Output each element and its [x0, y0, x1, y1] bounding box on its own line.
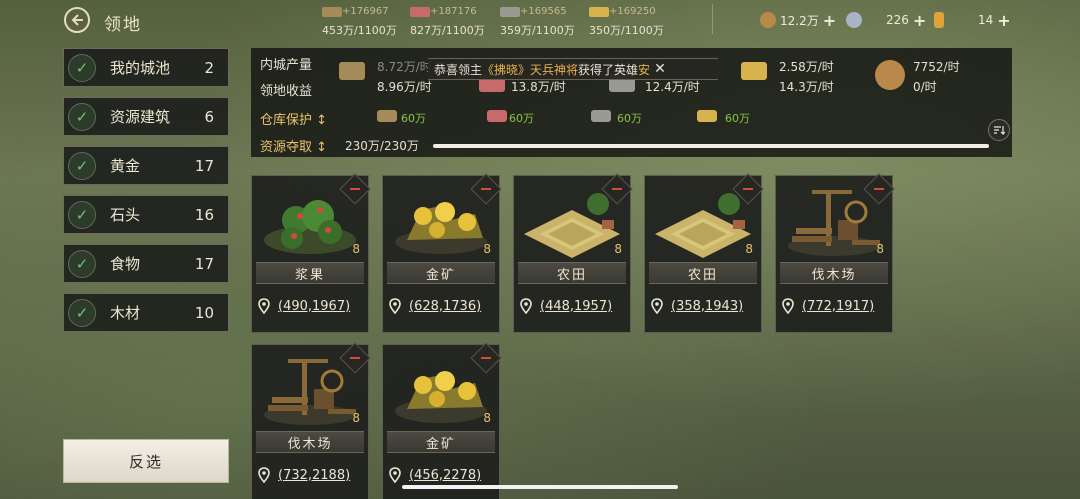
- invert-selection-button[interactable]: 反选: [63, 439, 229, 483]
- add-token-button[interactable]: +: [997, 11, 1010, 30]
- building-level: 8: [614, 242, 622, 256]
- sidebar-item-gold[interactable]: ✓ 黄金 17: [63, 146, 229, 185]
- coordinate-link[interactable]: (448,1957): [520, 296, 624, 316]
- divider: [712, 4, 713, 34]
- territory-card[interactable]: 8 农田 (358,1943): [644, 173, 764, 333]
- territory-card[interactable]: 8 伐木场 (772,1917): [775, 173, 895, 333]
- gold-bar-icon: [697, 110, 717, 122]
- building-level: 8: [483, 242, 491, 256]
- checkmark-icon[interactable]: ✓: [68, 53, 96, 82]
- coordinate-link[interactable]: (772,1917): [782, 296, 886, 316]
- sidebar-item-resource-buildings[interactable]: ✓ 资源建筑 6: [63, 97, 229, 136]
- checkmark-icon[interactable]: ✓: [68, 200, 96, 229]
- add-silver-button[interactable]: +: [913, 11, 926, 30]
- coordinate-link[interactable]: (490,1967): [258, 296, 362, 316]
- currency-token[interactable]: 14 +: [934, 10, 1011, 30]
- minus-icon: [350, 188, 360, 190]
- sort-button[interactable]: [988, 119, 1010, 141]
- currency-copper[interactable]: 12.2万 +: [760, 10, 836, 30]
- meat-icon: [487, 110, 507, 122]
- storage-protection-label[interactable]: 仓库保护 ↕: [260, 109, 327, 128]
- sidebar-item-wood[interactable]: ✓ 木材 10: [63, 293, 229, 332]
- back-button[interactable]: [64, 7, 90, 33]
- checkmark-icon[interactable]: ✓: [68, 151, 96, 180]
- wood-icon: [322, 7, 342, 17]
- minus-icon: [743, 188, 753, 190]
- minus-icon: [350, 357, 360, 359]
- wood-icon: [339, 62, 365, 80]
- location-pin-icon: [389, 467, 401, 483]
- minus-icon: [481, 188, 491, 190]
- crossed-swords-icon: ✕: [654, 61, 666, 77]
- loot-progress-fill: [433, 144, 989, 148]
- territory-card[interactable]: 8 金矿 (628,1736): [382, 173, 502, 333]
- location-pin-icon: [258, 467, 270, 483]
- location-pin-icon: [782, 298, 794, 314]
- silver-coin-icon: [846, 12, 862, 28]
- territory-card[interactable]: 8 浆果 (490,1967): [251, 173, 371, 333]
- building-level: 8: [745, 242, 753, 256]
- top-bar: 领地 +176967 453万/1100万 +187176 827万/1100万…: [0, 0, 1080, 40]
- coordinate-link[interactable]: (358,1943): [651, 296, 755, 316]
- resource-food: +187176 827万/1100万: [410, 6, 485, 37]
- building-name: 伐木场: [256, 431, 364, 453]
- loot-value: 230万/230万: [345, 139, 419, 153]
- copper-coin-icon: [875, 60, 905, 90]
- info-icon[interactable]: ↕: [316, 140, 327, 155]
- minus-icon: [481, 357, 491, 359]
- checkmark-icon[interactable]: ✓: [68, 249, 96, 278]
- minus-icon: [874, 188, 884, 190]
- production-label: 内城产量: [260, 58, 313, 73]
- building-level: 8: [876, 242, 884, 256]
- filter-sidebar: ✓ 我的城池 2 ✓ 资源建筑 6 ✓ 黄金 17 ✓ 石头 16 ✓ 食物 1…: [63, 48, 229, 342]
- info-icon[interactable]: ↕: [316, 113, 327, 128]
- sidebar-item-my-cities[interactable]: ✓ 我的城池 2: [63, 48, 229, 87]
- building-name: 浆果: [256, 262, 364, 284]
- arrow-left-icon: [71, 14, 83, 26]
- sidebar-item-stone[interactable]: ✓ 石头 16: [63, 195, 229, 234]
- stone-icon: [591, 110, 611, 122]
- location-pin-icon: [258, 298, 270, 314]
- gold-bar-icon: [589, 7, 609, 17]
- territory-card[interactable]: 8 伐木场 (732,2188): [251, 342, 371, 499]
- building-level: 8: [352, 242, 360, 256]
- coordinate-link[interactable]: (732,2188): [258, 465, 362, 485]
- resource-loot-label[interactable]: 资源夺取 ↕: [260, 136, 327, 155]
- territory-card[interactable]: 8 金矿 (456,2278): [382, 342, 502, 499]
- announcement-toast: 恭喜领主 《拂晓》天兵神将 获得了英雄 安 ✕: [428, 58, 718, 80]
- building-name: 金矿: [387, 431, 495, 453]
- location-pin-icon: [651, 298, 663, 314]
- building-level: 8: [352, 411, 360, 425]
- meat-icon: [410, 7, 430, 17]
- building-name: 农田: [649, 262, 757, 284]
- income-label: 领地收益: [260, 84, 313, 99]
- copper-coin-icon: [760, 12, 776, 28]
- resource-stone: +169565 359万/1100万: [500, 6, 575, 37]
- add-copper-button[interactable]: +: [823, 11, 836, 30]
- building-name: 金矿: [387, 262, 495, 284]
- sort-icon: [994, 126, 1005, 135]
- location-pin-icon: [389, 298, 401, 314]
- wood-icon: [377, 110, 397, 122]
- location-pin-icon: [520, 298, 532, 314]
- checkmark-icon[interactable]: ✓: [68, 298, 96, 327]
- coordinate-link[interactable]: (628,1736): [389, 296, 493, 316]
- coordinate-link[interactable]: (456,2278): [389, 465, 493, 485]
- currency-silver[interactable]: 226 +: [846, 10, 926, 30]
- page-title: 领地: [104, 15, 142, 35]
- minus-icon: [612, 188, 622, 190]
- home-indicator: [402, 485, 678, 489]
- gold-bar-icon: [741, 62, 767, 80]
- building-name: 伐木场: [780, 262, 888, 284]
- token-icon: [934, 12, 944, 28]
- stone-icon: [500, 7, 520, 17]
- building-name: 农田: [518, 262, 626, 284]
- resource-wood: +176967 453万/1100万: [322, 6, 397, 37]
- resource-gold: +169250 350万/1100万: [589, 6, 664, 37]
- checkmark-icon[interactable]: ✓: [68, 102, 96, 131]
- sidebar-item-food[interactable]: ✓ 食物 17: [63, 244, 229, 283]
- building-level: 8: [483, 411, 491, 425]
- territory-card[interactable]: 8 农田 (448,1957): [513, 173, 633, 333]
